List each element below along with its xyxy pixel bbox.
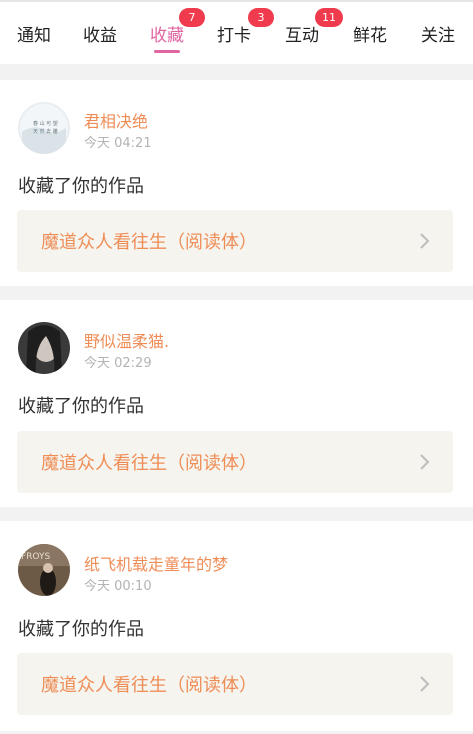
work-title: 魔道众人看往生（阅读体）	[41, 675, 257, 696]
action-text: 收藏了你的作品	[18, 176, 144, 197]
chevron-right-icon	[420, 454, 430, 470]
chevron-right-icon	[420, 676, 430, 692]
action-text: 收藏了你的作品	[18, 396, 144, 417]
active-tab-indicator	[154, 50, 180, 53]
tab-label: 互动	[285, 25, 319, 46]
timestamp: 今天 04:21	[84, 136, 152, 151]
username[interactable]: 野似温柔猫.	[84, 328, 169, 352]
timestamp: 今天 02:29	[84, 356, 152, 371]
avatar[interactable]: 春 山 可 望 天 然 去 雕	[18, 102, 70, 154]
tab-label: 关注	[421, 25, 455, 46]
work-title: 魔道众人看往生（阅读体）	[41, 232, 257, 253]
tab-label: 收藏	[150, 25, 184, 46]
work-link[interactable]: 魔道众人看往生（阅读体）	[17, 653, 453, 715]
tab-notifications[interactable]: 通知	[0, 2, 68, 64]
tab-following[interactable]: 关注	[404, 2, 472, 64]
notification-card: 春 山 可 望 天 然 去 雕 君相决绝 今天 04:21 收藏了你的作品 魔道…	[0, 80, 473, 286]
svg-text:春 山 可 望: 春 山 可 望	[33, 120, 58, 127]
avatar[interactable]	[18, 322, 70, 374]
tab-label: 鲜花	[353, 25, 387, 46]
tab-flowers[interactable]: 鲜花	[336, 2, 404, 64]
svg-text:FROYS: FROYS	[21, 552, 51, 562]
checkin-count-badge: 3	[248, 8, 274, 27]
svg-text:天 然 去 雕: 天 然 去 雕	[33, 128, 58, 135]
username[interactable]: 纸飞机载走童年的梦	[84, 551, 228, 575]
tab-earnings[interactable]: 收益	[66, 2, 134, 64]
action-text: 收藏了你的作品	[18, 619, 144, 640]
username[interactable]: 君相决绝	[84, 108, 148, 132]
tab-label: 收益	[83, 25, 117, 46]
favorites-count-badge: 7	[179, 8, 205, 27]
work-link[interactable]: 魔道众人看往生（阅读体）	[17, 431, 453, 493]
work-link[interactable]: 魔道众人看往生（阅读体）	[17, 210, 453, 272]
interactions-count-badge: 11	[315, 8, 343, 27]
notification-card: FROYS 纸飞机载走童年的梦 今天 00:10 收藏了你的作品 魔道众人看往生…	[0, 521, 473, 731]
tab-label: 打卡	[217, 25, 251, 46]
timestamp: 今天 00:10	[84, 579, 152, 594]
work-title: 魔道众人看往生（阅读体）	[41, 453, 257, 474]
notification-card: 野似温柔猫. 今天 02:29 收藏了你的作品 魔道众人看往生（阅读体）	[0, 300, 473, 507]
chevron-right-icon	[420, 233, 430, 249]
tab-label: 通知	[17, 25, 51, 46]
tab-bar: 通知 收益 收藏 打卡 互动 鲜花 关注 7 3 11	[0, 0, 473, 64]
avatar[interactable]: FROYS	[18, 544, 70, 596]
